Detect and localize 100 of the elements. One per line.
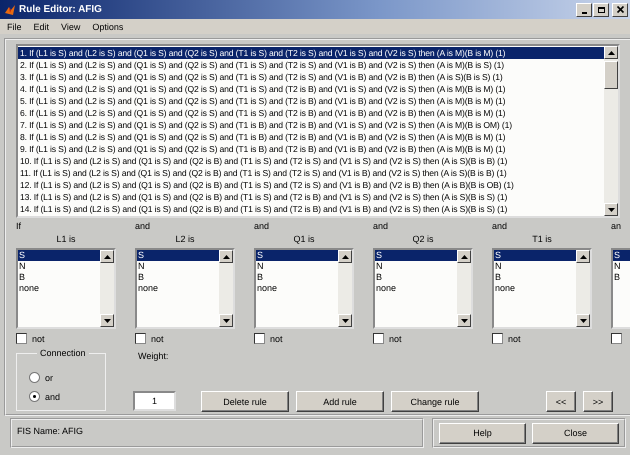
scroll-down-icon[interactable] xyxy=(219,314,233,327)
term-item[interactable]: N xyxy=(256,261,338,272)
term-item[interactable]: none xyxy=(375,283,457,294)
rule-item[interactable]: 14. If (L1 is S) and (L2 is S) and (Q1 is S) and (Q2 is B) and (T1 is S) and (T2 is B) and (V1 is B) and (V2 is S) then (A is S)(B is S) (1) xyxy=(18,203,604,215)
rule-item[interactable]: 1. If (L1 is S) and (L2 is S) and (Q1 is S) and (Q2 is S) and (T1 is S) and (T2 is S) and (V1 is S) and (V2 is S) then (A is M)(B is M) (1) xyxy=(18,47,604,59)
menu-item[interactable]: Options xyxy=(92,22,124,32)
not-label: not xyxy=(508,334,521,344)
not-checkbox[interactable] xyxy=(135,333,146,344)
rule-button[interactable]: Change rule xyxy=(391,391,479,412)
menu-item[interactable]: File xyxy=(7,22,22,32)
rule-item[interactable]: 6. If (L1 is S) and (L2 is S) and (Q1 is S) and (Q2 is S) and (T1 is S) and (T2 is B) and (V1 is B) and (V2 is B) then (A is M)(B is M) (1) xyxy=(18,107,604,119)
footer-button[interactable]: Close xyxy=(532,422,619,444)
rule-button[interactable]: Delete rule xyxy=(201,391,289,412)
scroll-down-icon[interactable] xyxy=(576,314,590,327)
term-item[interactable]: S xyxy=(613,250,630,262)
rule-button[interactable]: Add rule xyxy=(296,391,384,412)
footer-button[interactable]: Help xyxy=(439,422,526,444)
term-list[interactable]: S N B none xyxy=(492,248,592,329)
term-list[interactable]: S N B none xyxy=(135,248,235,329)
rule-item[interactable]: 5. If (L1 is S) and (L2 is S) and (Q1 is S) and (Q2 is S) and (T1 is S) and (T2 is B) and (V1 is B) and (V2 is S) then (A is M)(B is M) (1) xyxy=(18,95,604,107)
not-label: not xyxy=(270,334,283,344)
window-title: Rule Editor: AFIG xyxy=(19,4,103,15)
term-item[interactable]: B xyxy=(256,272,338,284)
term-item[interactable]: none xyxy=(18,283,100,294)
not-label: not xyxy=(32,334,45,344)
term-item[interactable]: B xyxy=(375,272,457,284)
rule-item[interactable]: 7. If (L1 is S) and (L2 is S) and (Q1 is S) and (Q2 is S) and (T1 is B) and (T2 is B) and (V1 is S) and (V2 is S) then (A is M)(B is OM) (1) xyxy=(18,119,604,131)
term-item[interactable]: none xyxy=(256,283,338,294)
scrollbar[interactable] xyxy=(576,250,590,327)
scroll-up-icon[interactable] xyxy=(100,250,114,264)
nav-button[interactable]: >> xyxy=(583,391,613,412)
scroll-down-icon[interactable] xyxy=(100,314,114,327)
scroll-down-icon[interactable] xyxy=(457,314,471,327)
variable-label: Q2 is xyxy=(412,234,434,244)
app-icon xyxy=(4,4,16,16)
scroll-up-icon[interactable] xyxy=(576,250,590,264)
rule-item[interactable]: 9. If (L1 is S) and (L2 is S) and (Q1 is S) and (Q2 is S) and (T1 is B) and (T2 is B) and (V1 is B) and (V2 is B) then (A is M)(B is M) (1) xyxy=(18,143,604,155)
scroll-up-icon[interactable] xyxy=(338,250,352,264)
rule-item[interactable]: 10. If (L1 is S) and (L2 is S) and (Q1 is S) and (Q2 is B) and (T1 is S) and (T2 is S) and (V1 is S) and (V2 is S) then (A is S)(B is B) (1) xyxy=(18,155,604,167)
scrollbar[interactable] xyxy=(100,250,114,327)
term-item[interactable]: S xyxy=(375,250,457,262)
not-checkbox[interactable] xyxy=(492,333,503,344)
rule-item[interactable]: 12. If (L1 is S) and (L2 is S) and (Q1 is S) and (Q2 is B) and (T1 is S) and (T2 is S) and (V1 is B) and (V2 is B) then (A is B)(B is OB) (1) xyxy=(18,179,604,191)
rule-item[interactable]: 13. If (L1 is S) and (L2 is S) and (Q1 is S) and (Q2 is B) and (T1 is S) and (T2 is B) and (V1 is S) and (V2 is S) then (A is S)(B is S) (1) xyxy=(18,191,604,203)
term-list[interactable]: S N B none xyxy=(254,248,354,329)
group-title: Connection xyxy=(37,348,89,358)
term-item[interactable]: N xyxy=(613,261,630,272)
radio-button[interactable] xyxy=(29,391,40,402)
term-item[interactable]: S xyxy=(494,250,576,262)
radio-button[interactable] xyxy=(29,372,40,383)
scroll-up-icon[interactable] xyxy=(457,250,471,264)
close-icon[interactable] xyxy=(612,2,628,16)
rule-item[interactable]: 4. If (L1 is S) and (L2 is S) and (Q1 is S) and (Q2 is S) and (T1 is S) and (T2 is B) and (V1 is S) and (V2 is S) then (A is M)(B is M) (1) xyxy=(18,83,604,95)
menu-item[interactable]: Edit xyxy=(34,22,50,32)
not-checkbox[interactable] xyxy=(16,333,27,344)
term-item[interactable]: S xyxy=(18,250,100,262)
term-item[interactable]: B xyxy=(494,272,576,284)
weight-field[interactable]: 1 xyxy=(133,391,176,411)
variable-label: Q1 is xyxy=(293,234,314,244)
term-list[interactable]: S N B xyxy=(611,248,630,329)
term-item[interactable]: B xyxy=(613,272,630,284)
not-checkbox[interactable] xyxy=(254,333,265,344)
not-checkbox[interactable] xyxy=(611,333,622,344)
term-item[interactable]: N xyxy=(137,261,219,272)
scrollbar[interactable] xyxy=(604,46,618,216)
nav-button[interactable]: << xyxy=(546,391,576,412)
rule-item[interactable]: 8. If (L1 is S) and (L2 is S) and (Q1 is S) and (Q2 is S) and (T1 is B) and (T2 is B) and (V1 is B) and (V2 is S) then (A is M)(B is M) (1) xyxy=(18,131,604,143)
rule-item[interactable]: 3. If (L1 is S) and (L2 is S) and (Q1 is S) and (Q2 is S) and (T1 is S) and (T2 is S) and (V1 is B) and (V2 is B) then (A is S)(B is S) (1) xyxy=(18,71,604,83)
rule-item[interactable]: 2. If (L1 is S) and (L2 is S) and (Q1 is S) and (Q2 is S) and (T1 is S) and (T2 is S) and (V1 is B) and (V2 is S) then (A is M)(B is S) (1) xyxy=(18,59,604,71)
term-item[interactable]: S xyxy=(256,250,338,262)
term-item[interactable]: B xyxy=(137,272,219,284)
radio-label: or xyxy=(45,372,54,382)
term-item[interactable]: N xyxy=(375,261,457,272)
term-item[interactable]: none xyxy=(494,283,576,294)
minimize-icon[interactable] xyxy=(576,2,592,16)
menu-item[interactable]: View xyxy=(61,22,80,32)
term-list[interactable]: S N B none xyxy=(373,248,473,329)
scroll-up-icon[interactable] xyxy=(604,46,618,59)
term-item[interactable]: N xyxy=(494,261,576,272)
variable-label: L1 is xyxy=(56,234,76,244)
weight-label: Weight: xyxy=(138,351,170,363)
term-item[interactable]: S xyxy=(137,250,219,262)
term-list[interactable]: S N B none xyxy=(16,248,116,329)
scroll-down-icon[interactable] xyxy=(604,203,618,216)
connector-label: If xyxy=(16,220,22,233)
not-checkbox[interactable] xyxy=(373,333,384,344)
term-item[interactable]: N xyxy=(18,261,100,272)
scrollbar[interactable] xyxy=(219,250,233,327)
scroll-up-icon[interactable] xyxy=(219,250,233,264)
rule-list[interactable] xyxy=(16,44,620,218)
maximize-icon[interactable] xyxy=(593,2,609,16)
scroll-down-icon[interactable] xyxy=(338,314,352,327)
scrollbar[interactable] xyxy=(457,250,471,327)
scrollbar[interactable] xyxy=(338,250,352,327)
variable-label: T1 is xyxy=(532,234,552,244)
connector-label: and xyxy=(135,220,152,233)
term-item[interactable]: none xyxy=(137,283,219,294)
scroll-thumb[interactable] xyxy=(604,61,618,89)
rule-item[interactable]: 11. If (L1 is S) and (L2 is S) and (Q1 is S) and (Q2 is B) and (T1 is S) and (T2 is S) and (V1 is B) and (V2 is S) then (A is S)(B is B) (1) xyxy=(18,167,604,179)
term-item[interactable]: B xyxy=(18,272,100,284)
